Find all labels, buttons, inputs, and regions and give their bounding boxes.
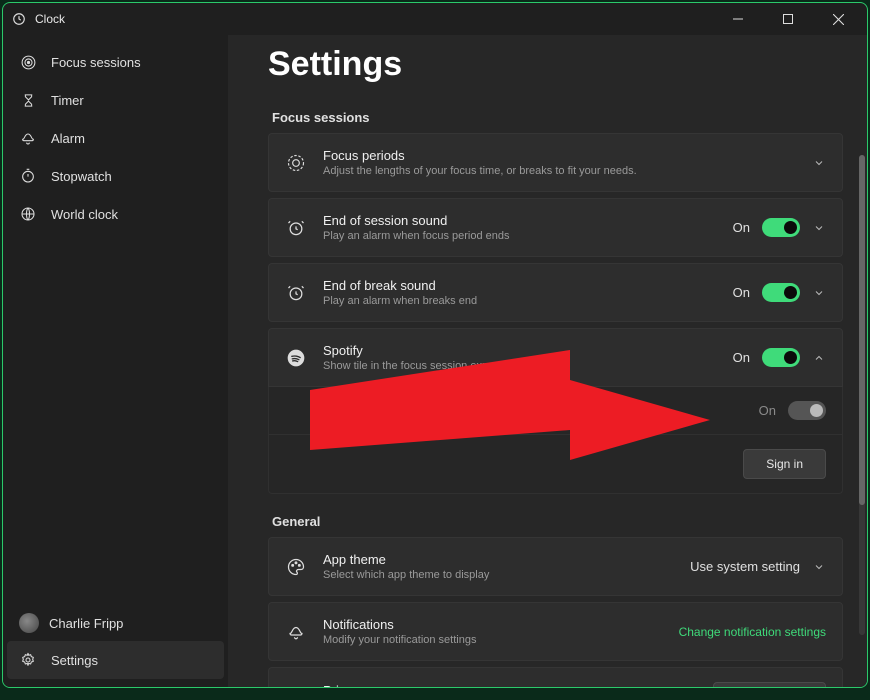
sidebar-item-focus-sessions[interactable]: Focus sessions [7,43,224,81]
window-title: Clock [35,12,65,26]
globe-icon [19,205,37,223]
card-title: Spotify [323,343,717,358]
notifications-card[interactable]: Notifications Modify your notification s… [268,602,843,661]
chevron-up-icon[interactable] [812,351,826,365]
hourglass-icon [19,91,37,109]
spotify-signin-row: . Sign in [268,435,843,494]
sidebar-item-settings[interactable]: Settings [7,641,224,679]
window-controls [717,5,859,33]
privacy-card[interactable]: Privacy Your data is stored on your devi… [268,667,843,687]
chevron-down-icon[interactable] [812,156,826,170]
end-session-sound-card[interactable]: End of session sound Play an alarm when … [268,198,843,257]
card-title: Notifications [323,617,663,632]
alarm-clock-icon [285,217,307,239]
content-area: Focus sessions Timer Alarm Stopwatch Wor… [3,35,867,687]
user-name: Charlie Fripp [49,616,123,631]
card-subtitle: Show tile in the focus session experienc… [323,360,717,372]
avatar [19,613,39,633]
section-title-general: General [272,514,843,529]
app-window: Clock Focus sessions Timer Alarm Stopwat [2,2,868,688]
spotify-auto-music-row: Automatically start music when starting … [268,387,843,435]
card-title: End of break sound [323,278,717,293]
section-title-focus: Focus sessions [272,110,843,125]
toggle-state-label: On [733,220,750,235]
sidebar-item-stopwatch[interactable]: Stopwatch [7,157,224,195]
clock-app-icon [11,11,27,27]
chevron-down-icon[interactable] [812,560,826,574]
toggle-state-label: On [759,403,776,418]
spotify-toggle[interactable] [762,348,800,367]
palette-icon [285,556,307,578]
toggle-state-label: On [733,350,750,365]
sidebar-item-label: Settings [51,653,98,668]
sidebar: Focus sessions Timer Alarm Stopwatch Wor… [3,35,228,687]
sidebar-item-label: Alarm [51,131,85,146]
spotify-icon [285,347,307,369]
spotify-card[interactable]: Spotify Show tile in the focus session e… [268,328,843,387]
end-break-sound-card[interactable]: End of break sound Play an alarm when br… [268,263,843,322]
sidebar-item-world-clock[interactable]: World clock [7,195,224,233]
card-subtitle: Select which app theme to display [323,569,674,581]
toggle-state-label: On [733,285,750,300]
card-title: Privacy [323,683,697,688]
main-panel: Settings Focus sessions Focus periods Ad… [228,35,867,687]
maximize-button[interactable] [767,5,809,33]
titlebar: Clock [3,3,867,35]
app-theme-card[interactable]: App theme Select which app theme to disp… [268,537,843,596]
auto-music-toggle[interactable] [788,401,826,420]
clear-history-button[interactable]: Clear history [713,682,826,687]
auto-music-label: Automatically start music when starting … [323,404,616,418]
sidebar-item-label: Timer [51,93,84,108]
close-button[interactable] [817,5,859,33]
scrollbar-thumb[interactable] [859,155,865,505]
card-title: Focus periods [323,148,796,163]
gear-icon [19,651,37,669]
focus-periods-icon [285,152,307,174]
page-title: Settings [268,45,843,84]
scrollbar[interactable] [859,155,865,635]
card-subtitle: Play an alarm when focus period ends [323,230,717,242]
end-session-toggle[interactable] [762,218,800,237]
chevron-down-icon[interactable] [812,221,826,235]
bell-icon [285,621,307,643]
signin-button[interactable]: Sign in [743,449,826,479]
user-account-row[interactable]: Charlie Fripp [7,605,224,641]
card-subtitle: Modify your notification settings [323,634,663,646]
alarm-clock-icon [285,282,307,304]
card-title: App theme [323,552,674,567]
sidebar-item-label: Stopwatch [51,169,112,184]
chevron-down-icon[interactable] [812,286,826,300]
target-icon [19,53,37,71]
sidebar-item-label: World clock [51,207,118,222]
minimize-button[interactable] [717,5,759,33]
sidebar-item-label: Focus sessions [51,55,141,70]
focus-periods-card[interactable]: Focus periods Adjust the lengths of your… [268,133,843,192]
sidebar-item-alarm[interactable]: Alarm [7,119,224,157]
privacy-icon [285,686,307,687]
bell-icon [19,129,37,147]
card-subtitle: Play an alarm when breaks end [323,295,717,307]
end-break-toggle[interactable] [762,283,800,302]
theme-value: Use system setting [690,559,800,574]
notification-settings-link[interactable]: Change notification settings [679,625,826,639]
stopwatch-icon [19,167,37,185]
card-title: End of session sound [323,213,717,228]
sidebar-item-timer[interactable]: Timer [7,81,224,119]
card-subtitle: Adjust the lengths of your focus time, o… [323,165,796,177]
